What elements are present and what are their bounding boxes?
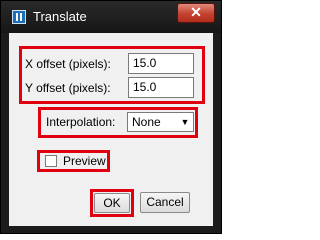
chevron-down-icon: ▼	[180, 117, 190, 127]
imagej-app-icon	[12, 10, 26, 24]
interpolation-selected: None	[132, 115, 161, 129]
x-offset-field[interactable]: 15.0	[128, 53, 194, 74]
preview-label: Preview	[63, 154, 106, 168]
dialog-body: X offset (pixels): 15.0 Y offset (pixels…	[9, 33, 213, 226]
translate-dialog: Translate ✕ X offset (pixels): 15.0 Y of…	[0, 0, 222, 234]
close-icon: ✕	[190, 4, 202, 20]
interpolation-label: Interpolation:	[46, 115, 116, 129]
close-button[interactable]: ✕	[177, 3, 215, 23]
ok-button[interactable]: OK	[94, 193, 130, 213]
window-title: Translate	[33, 9, 87, 24]
y-offset-label: Y offset (pixels):	[25, 81, 111, 95]
title-bar[interactable]: Translate ✕	[1, 1, 221, 33]
x-offset-label: X offset (pixels):	[25, 57, 111, 71]
preview-checkbox[interactable]	[45, 155, 57, 167]
y-offset-field[interactable]: 15.0	[128, 77, 194, 98]
cancel-button[interactable]: Cancel	[140, 192, 190, 213]
interpolation-dropdown[interactable]: None ▼	[127, 112, 194, 132]
